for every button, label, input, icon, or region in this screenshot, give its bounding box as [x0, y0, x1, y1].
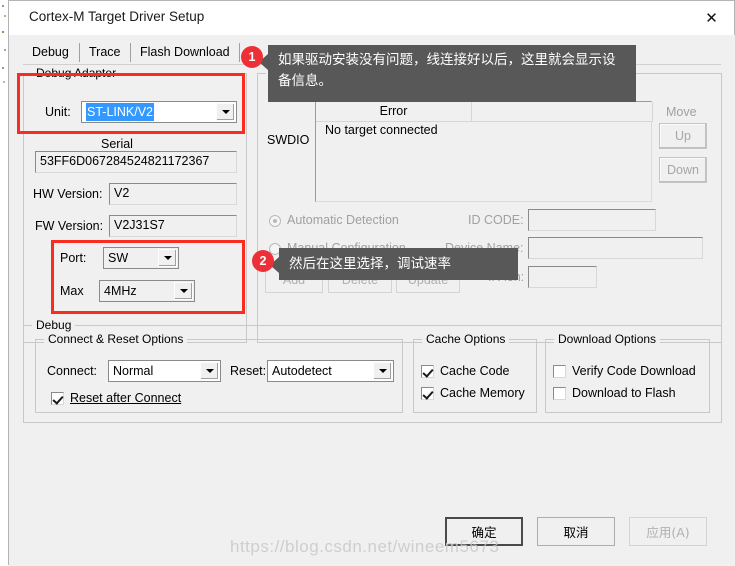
port-combo[interactable]: SW: [103, 247, 179, 269]
unit-combo-value: ST-LINK/V2: [86, 103, 154, 121]
window-title: Cortex-M Target Driver Setup: [29, 9, 205, 24]
fw-version-field: V2J31S7: [109, 215, 237, 237]
annotation-callout-1-text: 如果驱动安装没有问题，线连接好以后，这里就会显示设备信息。: [278, 52, 616, 89]
annotation-badge-1: 1: [241, 46, 263, 68]
cache-memory-checkbox[interactable]: [421, 387, 434, 400]
connect-combo-value: Normal: [113, 364, 154, 378]
cache-code-checkbox[interactable]: [421, 365, 434, 378]
max-clock-value: 4MHz: [104, 284, 137, 298]
debug-adapter-group-label: Debug Adapter: [32, 66, 121, 80]
sw-device-table-header: Error: [316, 102, 653, 122]
reset-combo[interactable]: Autodetect: [267, 360, 394, 382]
serial-field: 53FF6D067284524821172367: [35, 151, 237, 173]
chevron-down-icon[interactable]: [174, 282, 193, 300]
unit-label: Unit:: [45, 105, 71, 119]
tab-divider-3: [239, 43, 240, 62]
tab-flash-download[interactable]: Flash Download: [131, 41, 239, 64]
automatic-detection-radio[interactable]: [269, 215, 281, 227]
device-name-field[interactable]: [528, 237, 703, 259]
port-label: Port:: [60, 251, 87, 265]
move-label: Move: [666, 105, 697, 119]
id-code-label: ID CODE:: [468, 213, 524, 227]
cache-options-label: Cache Options: [422, 332, 510, 346]
hw-version-field: V2: [109, 183, 237, 205]
download-to-flash-label: Download to Flash: [572, 386, 676, 400]
chevron-down-icon[interactable]: [216, 103, 235, 121]
unit-combo[interactable]: ST-LINK/V2: [81, 101, 237, 123]
background-window-sliver: [0, 0, 8, 92]
reset-after-connect-label: Reset after Connect: [70, 391, 181, 405]
reset-after-connect-checkbox[interactable]: [51, 392, 64, 405]
connect-combo[interactable]: Normal: [108, 360, 221, 382]
column-header-blank: [472, 102, 653, 122]
max-clock-combo[interactable]: 4MHz: [99, 280, 195, 302]
table-row[interactable]: No target connected: [317, 123, 438, 137]
reset-after-connect-text: Reset after Connect: [70, 391, 182, 405]
chevron-down-icon[interactable]: [200, 362, 219, 380]
reset-label: Reset:: [230, 364, 267, 378]
connect-label: Connect:: [47, 364, 98, 378]
chevron-down-icon[interactable]: [158, 249, 177, 267]
move-down-button[interactable]: Down: [659, 157, 707, 183]
port-combo-value: SW: [108, 251, 129, 265]
dialog-client-area: Debug Trace Flash Download Debug Adapter…: [9, 35, 735, 566]
swdio-label: SWDIO: [267, 133, 310, 147]
close-icon[interactable]: ✕: [689, 1, 734, 34]
automatic-detection-label: Automatic Detection: [287, 213, 399, 227]
connect-reset-options-label: Connect & Reset Options: [44, 332, 188, 346]
hw-version-label: HW Version:: [33, 187, 103, 201]
download-options-label: Download Options: [554, 332, 661, 346]
serial-label: Serial: [101, 137, 133, 151]
annotation-callout-1: 如果驱动安装没有问题，线连接好以后，这里就会显示设备信息。: [259, 45, 636, 102]
debug-group-label: Debug: [32, 318, 76, 332]
sw-device-table[interactable]: Error No target connected: [315, 101, 653, 202]
annotation-callout-2: 然后在这里选择，调试速率: [270, 248, 518, 280]
fw-version-label: FW Version:: [35, 219, 104, 233]
background-desktop-texture: [1, 2, 7, 88]
annotation-callout-2-text: 然后在这里选择，调试速率: [289, 256, 451, 272]
reset-combo-value: Autodetect: [272, 364, 332, 378]
move-up-button[interactable]: Up: [659, 123, 707, 149]
ir-len-field[interactable]: [528, 266, 597, 288]
cache-code-label: Cache Code: [440, 364, 510, 378]
chevron-down-icon[interactable]: [373, 362, 392, 380]
verify-code-download-label: Verify Code Download: [572, 364, 696, 378]
tab-trace[interactable]: Trace: [80, 41, 130, 64]
download-to-flash-checkbox[interactable]: [553, 387, 566, 400]
cache-memory-label: Cache Memory: [440, 386, 525, 400]
watermark: https://blog.csdn.net/wineem5673: [230, 537, 500, 556]
column-header-error: Error: [316, 102, 472, 122]
id-code-field[interactable]: [528, 209, 656, 231]
verify-code-download-checkbox[interactable]: [553, 365, 566, 378]
title-bar: Cortex-M Target Driver Setup ✕: [9, 1, 734, 36]
max-label: Max: [60, 284, 84, 298]
tab-debug[interactable]: Debug: [23, 41, 79, 64]
annotation-badge-2: 2: [252, 250, 274, 272]
